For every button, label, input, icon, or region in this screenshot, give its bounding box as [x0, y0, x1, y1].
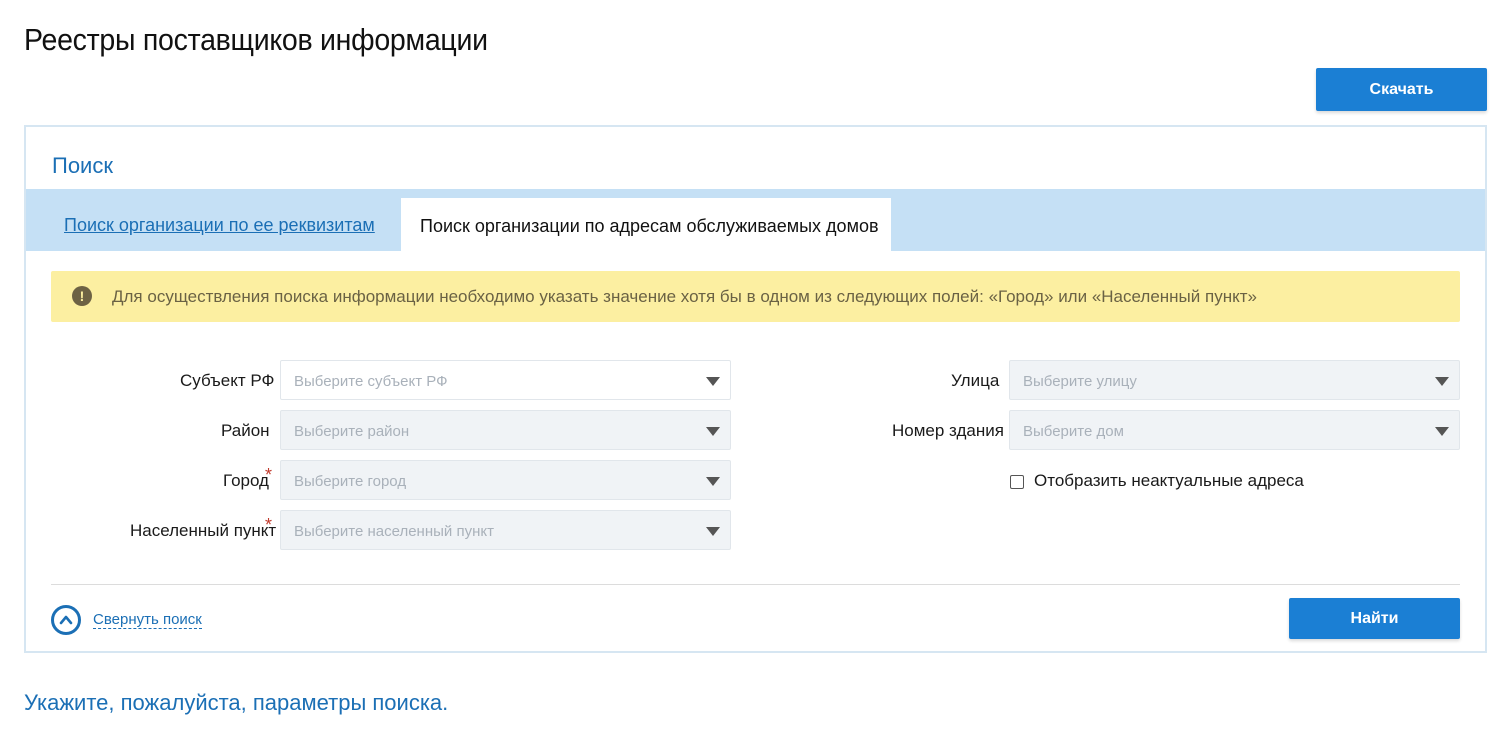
chevron-down-icon [706, 427, 720, 436]
subject-placeholder: Выберите субъект РФ [294, 373, 448, 390]
chevron-down-icon [706, 527, 720, 536]
warning-text: Для осуществления поиска информации необ… [112, 287, 1257, 306]
building-number-select[interactable]: Выберите дом [1009, 410, 1460, 450]
required-mark: * [265, 515, 273, 535]
warning-banner: ! Для осуществления поиска информации не… [51, 271, 1460, 322]
divider [51, 584, 1460, 585]
city-label: Город * [223, 465, 272, 491]
district-placeholder: Выберите район [294, 423, 410, 440]
find-button[interactable]: Найти [1289, 598, 1460, 639]
subject-select[interactable]: Выберите субъект РФ [280, 360, 731, 400]
search-hint: Укажите, пожалуйста, параметры поиска. [24, 690, 449, 715]
building-number-label: Номер здания [892, 421, 1004, 440]
search-panel-title: Поиск [52, 153, 113, 178]
street-placeholder: Выберите улицу [1023, 373, 1137, 390]
city-select[interactable]: Выберите город [280, 460, 731, 500]
locality-placeholder: Выберите населенный пункт [294, 523, 494, 540]
chevron-down-icon [1435, 377, 1449, 386]
locality-label-text: Населенный пункт [130, 521, 277, 540]
locality-label: Населенный пункт * [130, 515, 277, 541]
exclamation-icon: ! [72, 286, 92, 306]
show-outdated-addresses-label[interactable]: Отобразить неактуальные адреса [1034, 471, 1304, 491]
chevron-down-icon [1435, 427, 1449, 436]
locality-select[interactable]: Выберите населенный пункт [280, 510, 731, 550]
chevron-up-circle-icon[interactable] [51, 605, 81, 635]
street-select[interactable]: Выберите улицу [1009, 360, 1460, 400]
page-title: Реестры поставщиков информации [24, 22, 488, 57]
chevron-down-icon [706, 377, 720, 386]
chevron-down-icon [706, 477, 720, 486]
show-outdated-addresses-checkbox[interactable] [1010, 475, 1024, 489]
district-select[interactable]: Выберите район [280, 410, 731, 450]
building-number-placeholder: Выберите дом [1023, 423, 1124, 440]
required-mark: * [265, 465, 273, 485]
tab-search-by-details[interactable]: Поиск организации по ее реквизитам [64, 215, 375, 236]
search-tabs: Поиск организации по ее реквизитам Поиск… [26, 189, 1485, 251]
city-placeholder: Выберите город [294, 473, 407, 490]
district-label: Район [221, 421, 270, 440]
search-panel: Поиск Поиск организации по ее реквизитам… [24, 125, 1487, 653]
download-button[interactable]: Скачать [1316, 68, 1487, 111]
city-label-text: Город [223, 471, 269, 490]
street-label: Улица [951, 371, 1000, 390]
tab-search-by-addresses[interactable]: Поиск организации по адресам обслуживаем… [401, 198, 891, 251]
subject-label: Субъект РФ [180, 371, 275, 390]
collapse-search-link[interactable]: Свернуть поиск [93, 611, 202, 629]
